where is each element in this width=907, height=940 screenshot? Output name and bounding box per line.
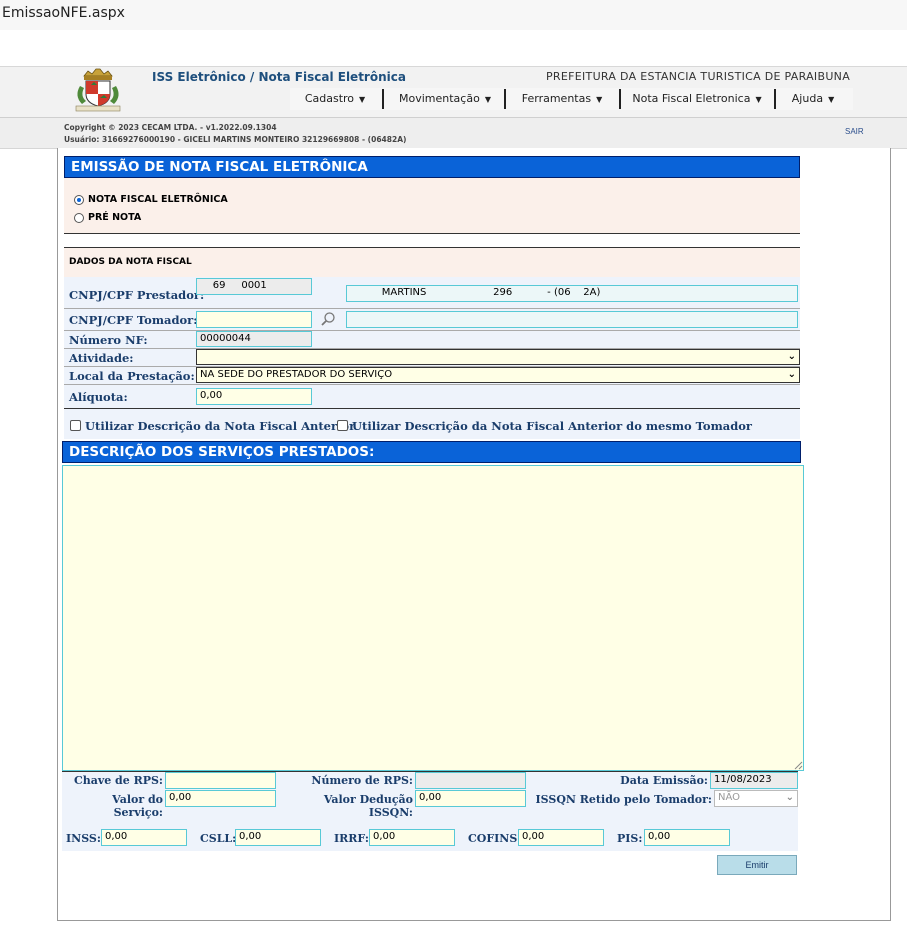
tomador-cnpj-input[interactable]: [196, 311, 312, 328]
dados-title: DADOS DA NOTA FISCAL: [69, 257, 192, 267]
user-info: Usuário: 31669276000190 - GICELI MARTINS…: [64, 135, 407, 144]
prefeitura-name: PREFEITURA DA ESTANCIA TURISTICA DE PARA…: [546, 70, 851, 83]
chave-rps-label: Chave de RPS:: [73, 774, 163, 787]
divider: [64, 233, 800, 234]
menu-separator: [774, 89, 776, 109]
note-type-panel: [64, 178, 800, 233]
browser-tab-title[interactable]: EmissaoNFE.aspx: [2, 5, 125, 21]
browser-tab-bar: [0, 0, 907, 30]
radio-selected-icon: [74, 194, 84, 205]
caret-down-icon: ▼: [755, 95, 762, 104]
copyright-text: Copyright © 2023 CECAM LTDA. - v1.2022.0…: [64, 123, 277, 132]
data-emissao-label: Data Emissão:: [620, 774, 708, 787]
divider: [64, 308, 800, 309]
menu-separator: [504, 89, 506, 109]
descricao-title: DESCRIÇÃO DOS SERVIÇOS PRESTADOS:: [62, 441, 801, 463]
prestador-name-field: MARTINS 296 - (06 2A): [346, 285, 798, 302]
prestador-label: CNPJ/CPF Prestador:: [69, 288, 205, 302]
csll-label: CSLL:: [200, 832, 237, 845]
local-prestacao-select[interactable]: NA SEDE DO PRESTADOR DO SERVIÇO ⌄: [196, 367, 800, 383]
atividade-label: Atividade:: [69, 351, 134, 365]
tomador-label: CNPJ/CPF Tomador:: [69, 313, 198, 327]
cofins-input[interactable]: 0,00: [518, 829, 604, 846]
chevron-down-icon: ⌄: [787, 369, 796, 380]
caret-down-icon: ▼: [484, 95, 491, 104]
csll-input[interactable]: 0,00: [235, 829, 321, 846]
issqn-retido-select[interactable]: NÃO ⌄: [714, 790, 798, 807]
app-title: ISS Eletrônico / Nota Fiscal Eletrônica: [152, 70, 406, 84]
irrf-label: IRRF:: [334, 832, 369, 845]
irrf-input[interactable]: 0,00: [369, 829, 455, 846]
numero-nf-label: Número NF:: [69, 333, 148, 347]
aliquota-input[interactable]: 0,00: [196, 388, 312, 405]
cofins-label: COFINS:: [468, 832, 522, 845]
chevron-down-icon: ⌄: [785, 792, 794, 803]
menu-nota-fiscal-eletronica[interactable]: Nota Fiscal Eletronica ▼: [626, 88, 768, 110]
descricao-textarea[interactable]: [62, 465, 804, 771]
menu-separator: [382, 89, 384, 109]
menu-ajuda[interactable]: Ajuda ▼: [782, 88, 844, 110]
emitir-button[interactable]: Emitir: [717, 855, 797, 875]
divider: [64, 330, 800, 331]
caret-down-icon: ▼: [359, 95, 366, 104]
radio-unselected-icon: [74, 212, 84, 223]
numero-rps-field: [415, 772, 526, 789]
menu-ferramentas[interactable]: Ferramentas ▼: [512, 88, 612, 110]
logout-link[interactable]: SAIR: [845, 127, 864, 136]
prestador-cnpj-field: 69 0001: [196, 278, 312, 295]
valor-deducao-input[interactable]: 0,00: [415, 790, 526, 807]
resize-handle-icon[interactable]: [794, 761, 803, 770]
tomador-name-field: [346, 311, 798, 328]
pis-label: PIS:: [617, 832, 643, 845]
city-coat-of-arms-logo: [75, 68, 121, 112]
menu-separator: [619, 89, 621, 109]
valor-servico-input[interactable]: 0,00: [165, 790, 276, 807]
checkbox-descricao-tomador[interactable]: Utilizar Descrição da Nota Fiscal Anteri…: [337, 419, 752, 433]
caret-down-icon: ▼: [596, 95, 603, 104]
issqn-retido-label: ISSQN Retido pelo Tomador:: [535, 793, 712, 806]
menu-cadastro[interactable]: Cadastro ▼: [295, 88, 375, 110]
aliquota-label: Alíquota:: [69, 390, 128, 404]
radio-nota-fiscal[interactable]: NOTA FISCAL ELETRÔNICA: [74, 194, 228, 205]
numero-nf-field: 00000044: [196, 331, 312, 347]
checkbox-icon: [337, 420, 348, 431]
radio-pre-nota[interactable]: PRÉ NOTA: [74, 212, 141, 223]
chevron-down-icon: ⌄: [787, 351, 796, 362]
inss-input[interactable]: 0,00: [101, 829, 187, 846]
form-title: EMISSÃO DE NOTA FISCAL ELETRÔNICA: [64, 156, 800, 178]
menu-movimentacao[interactable]: Movimentação ▼: [390, 88, 500, 110]
atividade-select[interactable]: ⌄: [196, 349, 800, 365]
caret-down-icon: ▼: [828, 95, 835, 104]
chave-rps-input[interactable]: [165, 772, 276, 789]
inss-label: INSS:: [66, 832, 101, 845]
checkbox-icon: [70, 420, 81, 431]
checkbox-descricao-anterior[interactable]: Utilizar Descrição da Nota Fiscal Anteri…: [70, 419, 355, 433]
divider: [64, 408, 800, 409]
local-label: Local da Prestação:: [69, 369, 195, 383]
divider: [64, 384, 800, 385]
pis-input[interactable]: 0,00: [644, 829, 730, 846]
valor-servico-label: Valor do Serviço:: [112, 793, 163, 819]
search-icon[interactable]: [320, 311, 336, 327]
valor-deducao-label: Valor Dedução ISSQN:: [323, 793, 413, 819]
data-emissao-field: 11/08/2023: [710, 772, 798, 789]
numero-rps-label: Número de RPS:: [311, 774, 413, 787]
